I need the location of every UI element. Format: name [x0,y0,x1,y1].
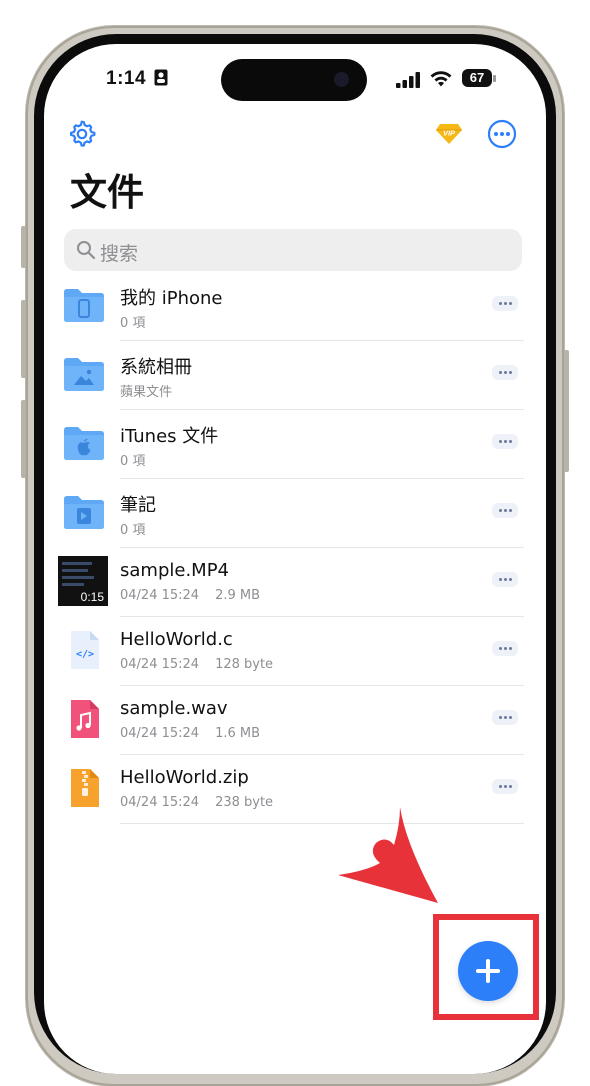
battery-indicator: 67 [462,69,492,87]
vip-button[interactable]: VIP [435,122,463,151]
zip-file-icon [71,769,99,807]
front-camera [334,72,349,87]
file-name: sample.wav [120,698,228,719]
row-more-button[interactable] [492,710,518,725]
ellipsis-circle-icon [487,119,517,149]
file-meta: 0 項 [120,316,146,331]
file-meta: 04/24 15:24 238 byte [120,795,274,810]
divider [120,823,524,824]
side-button-action [21,226,26,268]
file-name: 系統相冊 [120,357,192,378]
file-name: 我的 iPhone [120,288,223,309]
code-file-icon: </> [71,631,99,669]
search-input[interactable]: 搜索 [64,229,522,271]
annotation-arrow [338,807,438,903]
file-name: 筆記 [120,495,156,516]
folder-phone-icon [64,289,104,322]
list-item[interactable]: HelloWorld.zip 04/24 15:24 238 byte [44,755,546,824]
search-icon [77,241,96,260]
file-name: sample.MP4 [120,560,230,581]
row-more-button[interactable] [492,365,518,380]
list-item[interactable]: sample.wav 04/24 15:24 1.6 MB [44,686,546,755]
svg-text:VIP: VIP [443,129,456,138]
file-name: HelloWorld.zip [120,767,249,788]
status-time: 1:14 [106,68,168,90]
list-item[interactable]: 筆記 0 項 [44,479,546,548]
list-item[interactable]: </> HelloWorld.c 04/24 15:24 128 byte [44,617,546,686]
side-button-volume-down [21,400,26,478]
file-meta: 04/24 15:24 1.6 MB [120,726,261,741]
folder-apple-icon [64,427,104,460]
list-item[interactable]: 我的 iPhone 0 項 [44,272,546,341]
add-button[interactable] [458,941,518,1001]
side-button-volume-up [21,300,26,378]
side-button-power [564,350,569,472]
dynamic-island [221,59,367,101]
row-more-button[interactable] [492,641,518,656]
row-more-button[interactable] [492,779,518,794]
svg-text:</>: </> [76,649,94,660]
file-meta: 04/24 15:24 128 byte [120,657,274,672]
file-meta: 蘋果文件 [120,385,173,400]
more-options-button[interactable] [487,119,517,154]
search-placeholder: 搜索 [100,243,139,265]
page-title: 文件 [70,171,144,214]
folder-notes-icon [64,496,104,529]
audio-file-icon [71,700,99,738]
file-name: HelloWorld.c [120,629,233,650]
row-more-button[interactable] [492,503,518,518]
folder-photo-icon [64,358,104,391]
wifi-icon [430,71,452,87]
gear-icon [69,120,96,147]
video-thumbnail: 0:15 [58,556,108,606]
row-more-button[interactable] [492,572,518,587]
settings-button[interactable] [68,120,96,153]
battery-nub [493,75,496,82]
list-item[interactable]: 系統相冊 蘋果文件 [44,341,546,410]
file-meta: 04/24 15:24 2.9 MB [120,588,261,603]
video-duration: 0:15 [80,590,104,604]
cellular-signal-icon [396,72,420,88]
id-card-icon [154,69,168,86]
row-more-button[interactable] [492,296,518,311]
vip-diamond-icon: VIP [436,124,462,144]
file-meta: 0 項 [120,454,146,469]
row-more-button[interactable] [492,434,518,449]
list-item[interactable]: iTunes 文件 0 項 [44,410,546,479]
file-name: iTunes 文件 [120,426,219,447]
file-meta: 0 項 [120,523,146,538]
list-item[interactable]: 0:15 sample.MP4 04/24 15:24 2.9 MB [44,548,546,617]
